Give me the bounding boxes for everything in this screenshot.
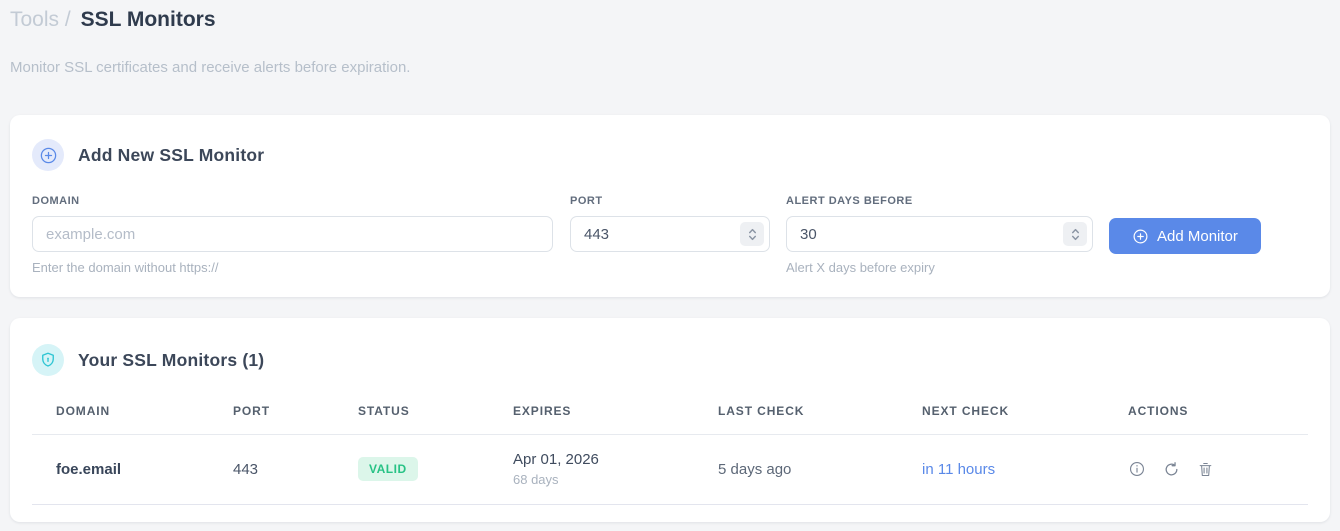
expires-date: Apr 01, 2026 (513, 451, 599, 468)
status-badge: VALID (358, 457, 418, 481)
row-last-check: 5 days ago (718, 434, 922, 505)
add-monitor-button-label: Add Monitor (1157, 227, 1238, 245)
page-subtitle: Monitor SSL certificates and receive ale… (10, 59, 411, 76)
header-status: STATUS (358, 394, 513, 435)
monitors-table: DOMAIN PORT STATUS EXPIRES LAST CHECK NE… (32, 394, 1308, 505)
breadcrumb-separator: / (64, 8, 71, 31)
monitors-table-header-row: DOMAIN PORT STATUS EXPIRES LAST CHECK NE… (32, 394, 1308, 435)
domain-hint: Enter the domain without https:// (32, 260, 219, 275)
port-label: PORT (570, 195, 603, 207)
port-stepper[interactable] (740, 222, 764, 246)
alert-days-field-group: ALERT DAYS BEFORE Alert X days before ex… (786, 195, 1093, 275)
row-domain: foe.email (32, 434, 233, 505)
header-last-check: LAST CHECK (718, 394, 922, 435)
header-next-check: NEXT CHECK (922, 394, 1128, 435)
alert-days-hint: Alert X days before expiry (786, 260, 935, 275)
table-row: foe.email 443 VALID Apr 01, 2026 68 days… (32, 434, 1308, 505)
port-field-group: PORT (570, 195, 770, 252)
shield-icon (32, 344, 64, 376)
add-monitor-button[interactable]: Add Monitor (1109, 218, 1261, 254)
breadcrumb-tools-link[interactable]: Tools (10, 8, 59, 31)
alert-days-stepper[interactable] (1063, 222, 1087, 246)
refresh-icon[interactable] (1163, 461, 1180, 478)
header-domain: DOMAIN (32, 394, 233, 435)
alert-days-input[interactable] (786, 216, 1093, 252)
domain-label: DOMAIN (32, 195, 80, 207)
row-status-cell: VALID (358, 434, 513, 505)
alert-days-label: ALERT DAYS BEFORE (786, 195, 913, 207)
row-next-check[interactable]: in 11 hours (922, 434, 1128, 505)
row-expires-cell: Apr 01, 2026 68 days (513, 434, 718, 505)
breadcrumb: Tools / SSL Monitors (10, 6, 1330, 34)
monitors-card-header: Your SSL Monitors (1) (32, 344, 1308, 376)
row-actions-cell (1128, 434, 1308, 505)
page-title: SSL Monitors (80, 8, 216, 31)
add-monitor-card-header: Add New SSL Monitor (32, 139, 1308, 171)
expires-days-remaining: 68 days (513, 472, 559, 487)
domain-field-group: DOMAIN Enter the domain without https:// (32, 195, 553, 275)
domain-input[interactable] (32, 216, 553, 252)
add-monitor-form: DOMAIN Enter the domain without https://… (32, 195, 1308, 275)
info-icon[interactable] (1128, 460, 1146, 478)
header-expires: EXPIRES (513, 394, 718, 435)
monitors-list-card: Your SSL Monitors (1) DOMAIN PORT STATUS… (10, 318, 1330, 522)
monitors-card-title: Your SSL Monitors (1) (78, 349, 265, 370)
header-port: PORT (233, 394, 358, 435)
plus-circle-icon (32, 139, 64, 171)
add-monitor-card: Add New SSL Monitor DOMAIN Enter the dom… (10, 115, 1330, 297)
trash-icon[interactable] (1197, 461, 1214, 478)
ssl-monitors-page: Tools / SSL Monitors Monitor SSL certifi… (0, 0, 1340, 522)
add-monitor-card-title: Add New SSL Monitor (78, 144, 265, 165)
plus-circle-icon (1132, 228, 1149, 245)
row-port: 443 (233, 434, 358, 505)
header-actions: ACTIONS (1128, 394, 1308, 435)
